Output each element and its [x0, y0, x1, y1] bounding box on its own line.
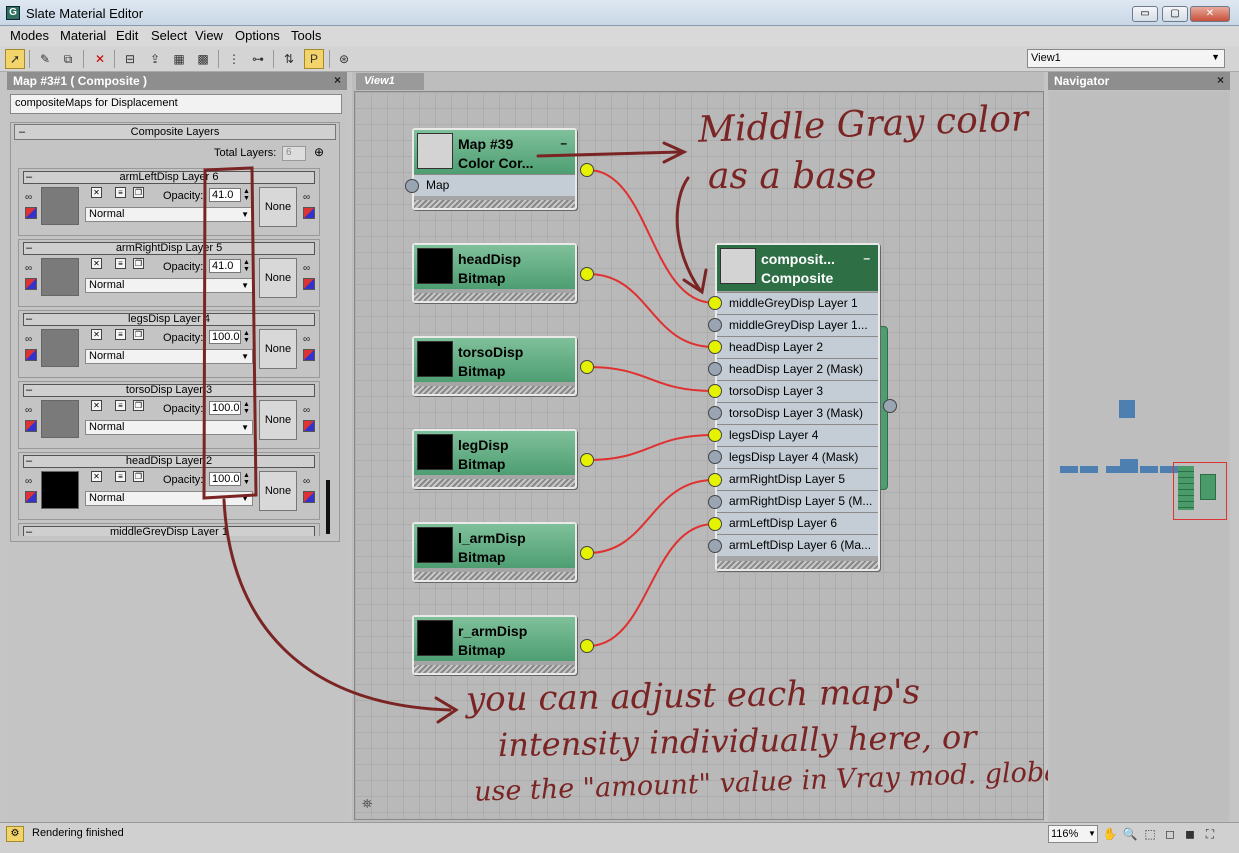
- highlight-box: [202, 166, 258, 500]
- status-text: Rendering finished: [32, 827, 124, 839]
- zoom-value: 116%: [1051, 828, 1079, 840]
- nav-node: [1119, 400, 1135, 418]
- zoom-region-icon[interactable]: ⬚: [1142, 826, 1158, 842]
- navigator-title: Navigator: [1054, 74, 1110, 88]
- nav-node: [1080, 466, 1098, 473]
- render-status-icon: ⚙: [6, 826, 24, 842]
- annotation-as-base: as a base: [708, 156, 877, 197]
- arrow-stroke: [536, 150, 682, 158]
- pan-icon[interactable]: ✋: [1102, 826, 1118, 842]
- navigator-header: Navigator ×: [1048, 72, 1230, 90]
- pan-to-selected-icon[interactable]: ⛶: [1202, 826, 1218, 842]
- arrow-stroke: [222, 498, 452, 712]
- nav-node: [1178, 466, 1194, 510]
- zoom-extents-selected-icon[interactable]: ◼: [1182, 826, 1198, 842]
- navigator-canvas[interactable]: [1050, 92, 1228, 820]
- nav-node: [1140, 466, 1158, 473]
- zoom-extents-icon[interactable]: ◻: [1162, 826, 1178, 842]
- nav-node: [1060, 466, 1078, 473]
- chevron-down-icon[interactable]: ▼: [1088, 829, 1096, 838]
- arrow-stroke: [675, 176, 702, 292]
- close-icon[interactable]: ×: [1217, 73, 1224, 87]
- nav-node: [1120, 459, 1138, 473]
- annotation-adjust: you can adjust each map's: [465, 672, 921, 720]
- nav-node: [1200, 474, 1216, 500]
- zoom-icon[interactable]: 🔍: [1122, 826, 1138, 842]
